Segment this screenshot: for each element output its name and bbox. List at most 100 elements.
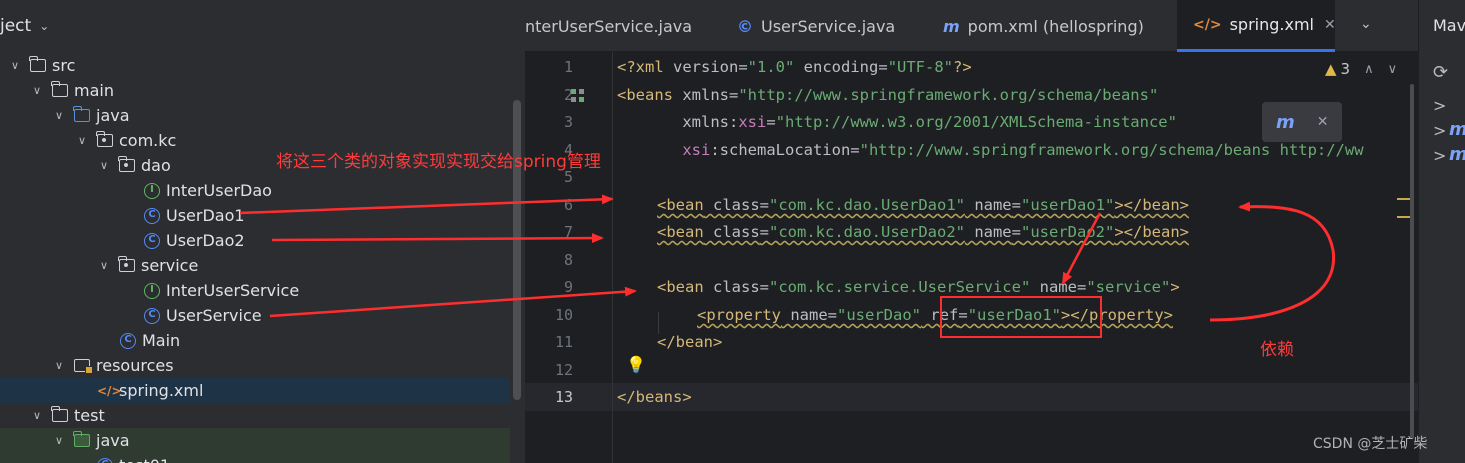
tree-item-test[interactable]: ∨ test: [0, 403, 510, 428]
equals-sign: =: [729, 86, 739, 104]
tab-pom-xml[interactable]: m pom.xml (hellospring): [943, 0, 1168, 52]
expand-toggle-icon[interactable]: ∨: [52, 109, 66, 122]
warning-icon: ▲: [1325, 60, 1337, 78]
inspection-widget[interactable]: ▲ 3 ∧ ∨: [1325, 60, 1397, 78]
previous-highlight-icon[interactable]: ∧: [1364, 62, 1374, 77]
attr-name: xmlns: [682, 113, 729, 131]
warning-stripe-marker[interactable]: [1397, 198, 1411, 200]
expand-toggle-icon[interactable]: ∨: [52, 434, 66, 447]
tree-item-userdao1[interactable]: C UserDao1: [0, 203, 510, 228]
expand-toggle-icon[interactable]: ∨: [97, 259, 111, 272]
expand-arrow-icon[interactable]: >: [1433, 146, 1446, 165]
lightbulb-icon[interactable]: 💡: [626, 355, 646, 374]
attr-value: "userDao1": [1021, 196, 1115, 214]
package-icon: [118, 256, 135, 272]
xml-tag-close: >: [1170, 278, 1180, 296]
resources-folder-icon: [74, 359, 93, 374]
tree-item-interuserdao[interactable]: I InterUserDao: [0, 178, 510, 203]
code-editor[interactable]: 1 2 3 4 5 6 7 8 9 10 11 12 13 <?xml vers…: [525, 52, 1418, 463]
tree-item-label: java: [96, 431, 130, 450]
code-line-2: <beans xmlns="http://www.springframework…: [617, 86, 1158, 104]
equals-sign: =: [958, 306, 968, 324]
tree-item-label: Main: [142, 331, 181, 350]
expand-toggle-icon[interactable]: ∨: [97, 159, 111, 172]
watermark: CSDN @芝士矿柴: [1313, 436, 1428, 452]
project-view-header[interactable]: ject ⌄: [0, 0, 525, 52]
tab-interuserservice-java[interactable]: nterUserService.java: [525, 0, 715, 52]
code-line-13: </beans>: [617, 388, 692, 406]
expand-arrow-icon[interactable]: >: [1433, 96, 1446, 115]
line-number: 3: [563, 113, 573, 131]
editor-scrollbar[interactable]: [1410, 84, 1414, 439]
tree-item-label: service: [141, 256, 199, 275]
interface-icon: I: [144, 182, 160, 199]
equals-sign: =: [766, 113, 776, 131]
tree-item-userservice[interactable]: C UserService: [0, 303, 510, 328]
tree-item-main-class[interactable]: C Main: [0, 328, 510, 353]
tab-list-chevron-icon[interactable]: ⌄: [1360, 16, 1372, 32]
next-highlight-icon[interactable]: ∨: [1388, 62, 1398, 77]
package-icon: [118, 156, 135, 172]
maven-title[interactable]: Mav: [1433, 16, 1465, 35]
expand-toggle-icon[interactable]: ∨: [30, 409, 44, 422]
attr-name: class: [703, 278, 760, 296]
maven-reload-icon[interactable]: m: [1276, 112, 1295, 133]
tree-item-label: test: [74, 406, 105, 425]
tree-item-interuserservice[interactable]: I InterUserService: [0, 278, 510, 303]
expand-arrow-icon[interactable]: >: [1433, 121, 1446, 140]
maven-reload-popup[interactable]: m ✕: [1262, 102, 1342, 142]
tree-item-src[interactable]: ∨ src: [0, 53, 510, 78]
xml-tag-close: ></bean>: [1114, 196, 1189, 214]
namespace-prefix: xsi: [738, 113, 767, 131]
tree-item-java[interactable]: ∨ java: [0, 103, 510, 128]
tree-item-main[interactable]: ∨ main: [0, 78, 510, 103]
warning-stripe-marker[interactable]: [1397, 216, 1411, 218]
colon: :: [729, 113, 739, 131]
tree-item-label: dao: [141, 156, 171, 175]
expand-toggle-icon[interactable]: ∨: [75, 134, 89, 147]
tree-item-label: spring.xml: [119, 381, 204, 400]
tab-userservice-java[interactable]: © UserService.java: [737, 0, 917, 52]
reload-icon[interactable]: ⟳: [1433, 62, 1448, 83]
xml-tag: <bean: [657, 223, 704, 241]
spring-bean-gutter-icon[interactable]: [571, 89, 585, 103]
editor-tab-bar: nterUserService.java © UserService.java …: [525, 0, 1418, 52]
attr-name: xmlns: [673, 86, 729, 104]
line-number: 2: [563, 86, 573, 104]
code-line-6: <bean class="com.kc.dao.UserDao1" name="…: [657, 196, 1189, 214]
equals-sign: =: [759, 196, 770, 214]
tab-spring-xml[interactable]: </> spring.xml ✕: [1177, 0, 1336, 52]
expand-toggle-icon[interactable]: ∨: [30, 84, 44, 97]
tab-label: spring.xml: [1229, 15, 1314, 34]
code-line-9: <bean class="com.kc.service.UserService"…: [657, 278, 1180, 296]
tree-item-label: InterUserService: [166, 281, 300, 300]
class-icon: C: [144, 307, 160, 324]
tree-item-userdao2[interactable]: C UserDao2: [0, 228, 510, 253]
tree-item-label: InterUserDao: [166, 181, 272, 200]
tree-item-resources[interactable]: ∨ resources: [0, 353, 510, 378]
attr-value: "userDao2": [1021, 223, 1115, 241]
close-icon[interactable]: ✕: [1324, 17, 1336, 33]
chevron-down-icon[interactable]: ⌄: [39, 19, 49, 33]
code-line-4: xsi:schemaLocation="http://www.springfra…: [617, 141, 1364, 159]
attr-value: "service": [1086, 278, 1171, 296]
tree-item-service[interactable]: ∨ service: [0, 253, 510, 278]
attr-value: "http://www.springframework.org/schema/b…: [859, 141, 1364, 159]
expand-toggle-icon[interactable]: ∨: [52, 359, 66, 372]
project-scrollbar[interactable]: [513, 100, 521, 400]
folder-icon: [51, 406, 68, 422]
xml-tag-close: </bean>: [657, 333, 723, 351]
attr-value: "UTF-8": [887, 58, 954, 76]
tree-item-test-java[interactable]: ∨ java: [0, 428, 510, 453]
expand-toggle-icon[interactable]: ∨: [8, 59, 22, 72]
tree-item-test01[interactable]: Ctest01: [0, 453, 510, 463]
close-icon[interactable]: ✕: [1317, 114, 1329, 130]
attr-value: "userDao1": [967, 306, 1062, 324]
xml-declaration-end: ?>: [953, 58, 972, 76]
line-number: 13: [554, 388, 573, 406]
tree-item-spring-xml[interactable]: </> spring.xml: [0, 378, 510, 403]
maven-tool-window: Mav ⟳ > > > m m: [1418, 0, 1465, 463]
attr-value: "http://www.w3.org/2001/XMLSchema-instan…: [775, 113, 1177, 131]
equals-sign: =: [1076, 278, 1087, 296]
